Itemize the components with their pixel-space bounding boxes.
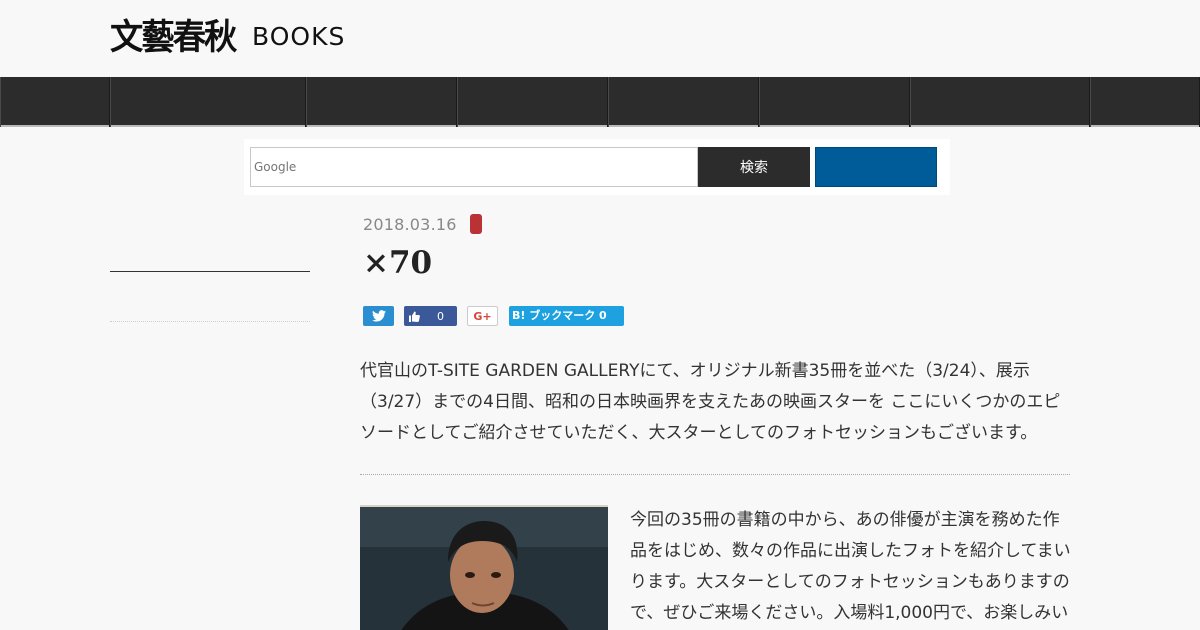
content-divider: [360, 474, 1070, 475]
article-lead: 代官山のT-SITE GARDEN GALLERYにて、オリジナル新書35冊を並…: [360, 361, 1061, 443]
article-date: 2018.03.16: [363, 215, 457, 234]
sidebar-dotted-divider: [110, 321, 310, 322]
search-button[interactable]: 検索: [698, 147, 810, 187]
category-badge[interactable]: [470, 214, 482, 234]
nav-item-8[interactable]: [1090, 77, 1200, 127]
twitter-icon: [371, 310, 386, 322]
article-title: ×70: [363, 245, 433, 281]
nav-item-3[interactable]: [306, 77, 457, 127]
article-body: 今回の35冊の書籍の中から、あの俳優が主演を務めた作品をはじめ、数々の作品に出演…: [630, 510, 1071, 623]
hatena-bookmark-button[interactable]: B! ブックマーク 0: [509, 306, 624, 326]
google-plus-icon: G+: [473, 309, 492, 323]
hatena-bookmark-label: B! ブックマーク 0: [512, 309, 607, 322]
facebook-count: 0: [437, 309, 444, 323]
thumbs-up-icon: [404, 311, 424, 322]
site-logo[interactable]: 文藝春秋 BOOKS: [110, 14, 346, 58]
article-photo: [360, 505, 608, 630]
google-plus-button[interactable]: G+: [467, 306, 498, 326]
site-header: 文藝春秋 BOOKS: [0, 0, 1200, 77]
blue-action-button[interactable]: [815, 147, 937, 187]
portrait-image: [360, 507, 608, 630]
logo-kanji: 文藝春秋: [110, 16, 237, 58]
nav-item-2[interactable]: [110, 77, 306, 127]
nav-item-4[interactable]: [457, 77, 608, 127]
search-bar: 検索: [244, 139, 950, 195]
main-nav: [0, 77, 1200, 127]
logo-books: BOOKS: [252, 21, 346, 51]
nav-item-7[interactable]: [910, 77, 1090, 127]
nav-item-1[interactable]: [0, 77, 110, 127]
nav-item-5[interactable]: [608, 77, 759, 127]
facebook-like-button[interactable]: 0: [404, 306, 457, 326]
twitter-share-button[interactable]: [363, 306, 394, 326]
nav-item-6[interactable]: [759, 77, 910, 127]
search-input[interactable]: [250, 147, 698, 187]
sidebar-divider: [110, 271, 310, 272]
